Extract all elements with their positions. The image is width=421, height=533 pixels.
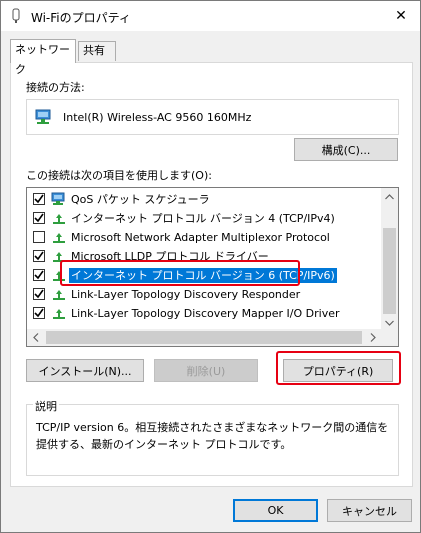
list-item[interactable]: Microsoft LLDP プロトコル ドライバー <box>27 247 381 266</box>
item-checkbox[interactable] <box>33 269 45 281</box>
item-checkbox[interactable] <box>33 250 45 262</box>
components-list: QoS パケット スケジューラ インターネット プロトコル バージョン 4 (T… <box>27 188 381 331</box>
description-group: 説明 TCP/IP version 6。相互接続されたさまざまなネットワーク間の… <box>26 398 399 476</box>
properties-button[interactable]: プロパティ(R) <box>283 359 393 382</box>
protocol-icon <box>51 287 67 302</box>
qos-network-icon <box>51 192 67 207</box>
title-bar: Wi-Fiのプロパティ ✕ <box>1 1 420 31</box>
item-label: Link-Layer Topology Discovery Mapper I/O… <box>71 307 340 320</box>
install-button[interactable]: インストール(N)... <box>26 359 144 382</box>
connect-using-label: 接続の方法: <box>26 81 85 94</box>
item-label: Microsoft LLDP プロトコル ドライバー <box>71 250 269 263</box>
tab-sharing-label: 共有 <box>83 44 105 57</box>
network-adapter-icon <box>35 109 53 125</box>
scrollbar-corner <box>381 329 398 346</box>
item-checkbox[interactable] <box>33 307 45 319</box>
components-listbox[interactable]: QoS パケット スケジューラ インターネット プロトコル バージョン 4 (T… <box>26 187 399 347</box>
uninstall-button-label: 削除(U) <box>186 364 226 378</box>
list-item[interactable]: QoS パケット スケジューラ <box>27 190 381 209</box>
ok-button[interactable]: OK <box>233 499 318 522</box>
ok-button-label: OK <box>267 504 284 517</box>
tab-network[interactable]: ネットワーク <box>10 39 76 76</box>
horizontal-scroll-thumb[interactable] <box>46 331 362 344</box>
item-checkbox[interactable] <box>33 212 45 224</box>
close-button[interactable]: ✕ <box>382 1 420 31</box>
list-item[interactable]: Link-Layer Topology Discovery Responder <box>27 285 381 304</box>
window-title: Wi-Fiのプロパティ <box>31 11 131 25</box>
item-label: Link-Layer Topology Discovery Responder <box>71 288 301 301</box>
item-label: インターネット プロトコル バージョン 4 (TCP/IPv4) <box>71 212 335 225</box>
protocol-icon <box>51 230 67 245</box>
item-label: インターネット プロトコル バージョン 6 (TCP/IPv6) <box>69 268 337 283</box>
item-checkbox[interactable] <box>33 231 45 243</box>
vertical-scrollbar[interactable] <box>381 188 398 331</box>
wifi-properties-dialog: Wi-Fiのプロパティ ✕ ネットワーク 共有 接続の方法: Intel(R) … <box>0 0 421 533</box>
configure-button-label: 構成(C)... <box>321 143 371 157</box>
list-item[interactable]: Link-Layer Topology Discovery Mapper I/O… <box>27 304 381 323</box>
list-item[interactable]: Microsoft Network Adapter Multiplexor Pr… <box>27 228 381 247</box>
install-button-label: インストール(N)... <box>38 364 132 378</box>
protocol-icon <box>51 249 67 264</box>
protocol-icon <box>51 268 67 283</box>
scroll-right-icon[interactable] <box>364 329 381 346</box>
description-legend: 説明 <box>33 398 59 414</box>
list-item[interactable]: インターネット プロトコル バージョン 4 (TCP/IPv4) <box>27 209 381 228</box>
properties-button-label: プロパティ(R) <box>302 364 374 378</box>
items-heading: この接続は次の項目を使用します(O): <box>26 169 212 182</box>
wifi-adapter-icon <box>10 8 22 24</box>
item-checkbox[interactable] <box>33 193 45 205</box>
network-tab-panel: 接続の方法: Intel(R) Wireless-AC 9560 160MHz … <box>10 62 413 487</box>
adapter-display: Intel(R) Wireless-AC 9560 160MHz <box>26 99 399 135</box>
list-item-selected[interactable]: インターネット プロトコル バージョン 6 (TCP/IPv6) <box>27 266 381 285</box>
cancel-button[interactable]: キャンセル <box>327 499 412 522</box>
protocol-icon <box>51 306 67 321</box>
uninstall-button[interactable]: 削除(U) <box>154 359 258 382</box>
description-text: TCP/IP version 6。相互接続されたさまざまなネットワーク間の通信を… <box>36 421 389 451</box>
horizontal-scrollbar[interactable] <box>27 329 381 346</box>
scroll-up-icon[interactable] <box>381 188 398 205</box>
scroll-left-icon[interactable] <box>27 329 44 346</box>
close-icon: ✕ <box>395 8 407 24</box>
vertical-scroll-thumb[interactable] <box>383 228 396 314</box>
adapter-name: Intel(R) Wireless-AC 9560 160MHz <box>63 111 252 124</box>
item-label: QoS パケット スケジューラ <box>71 193 210 206</box>
cancel-button-label: キャンセル <box>342 504 397 518</box>
item-checkbox[interactable] <box>33 288 45 300</box>
protocol-icon <box>51 211 67 226</box>
tab-sharing[interactable]: 共有 <box>78 41 116 61</box>
configure-button[interactable]: 構成(C)... <box>294 138 398 161</box>
item-label: Microsoft Network Adapter Multiplexor Pr… <box>71 231 330 244</box>
